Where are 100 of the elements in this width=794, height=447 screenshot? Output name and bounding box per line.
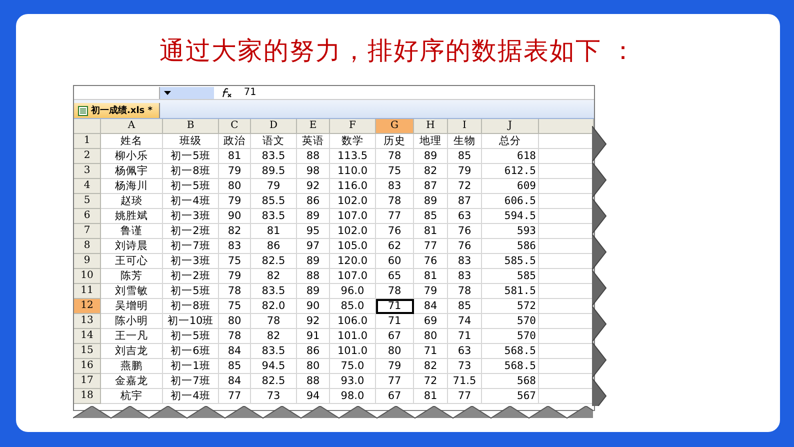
table-cell: 618 xyxy=(482,149,539,164)
table-cell: 86 xyxy=(251,239,297,254)
table-cell: 82.0 xyxy=(251,299,297,314)
table-cell: 76 xyxy=(414,254,448,269)
table-cell: 79 xyxy=(251,179,297,194)
table-cell: 69 xyxy=(414,314,448,329)
table-cell: 85 xyxy=(219,359,251,374)
column-header[interactable]: C xyxy=(219,119,251,134)
row-header[interactable]: 13 xyxy=(74,314,101,329)
row-header[interactable]: 8 xyxy=(74,239,101,254)
file-tab[interactable]: 初一成绩.xls * xyxy=(74,103,160,118)
column-header[interactable]: A xyxy=(101,119,163,134)
table-cell: 初一8班 xyxy=(163,164,219,179)
table-cell: 106.0 xyxy=(330,314,376,329)
table-cell: 英语 xyxy=(297,134,330,149)
table-cell: 初一3班 xyxy=(163,209,219,224)
table-cell: 初一6班 xyxy=(163,344,219,359)
table-cell: 陈小明 xyxy=(101,314,163,329)
column-header[interactable]: J xyxy=(482,119,539,134)
row-header[interactable]: 11 xyxy=(74,284,101,299)
row-header[interactable]: 2 xyxy=(74,149,101,164)
table-cell: 572 xyxy=(482,299,539,314)
column-header[interactable]: H xyxy=(414,119,448,134)
table-cell: 84 xyxy=(414,299,448,314)
table-cell: 101.0 xyxy=(330,344,376,359)
table-cell: 80 xyxy=(414,329,448,344)
spreadsheet-icon xyxy=(78,106,88,116)
table-cell: 80 xyxy=(219,179,251,194)
row-header[interactable]: 14 xyxy=(74,329,101,344)
table-cell: 班级 xyxy=(163,134,219,149)
table-cell: 鲁谨 xyxy=(101,224,163,239)
column-header[interactable]: G xyxy=(376,119,414,134)
row-header[interactable]: 15 xyxy=(74,344,101,359)
table-cell: 78 xyxy=(251,314,297,329)
row-header[interactable]: 10 xyxy=(74,269,101,284)
table-cell: 73 xyxy=(251,389,297,404)
column-header[interactable]: D xyxy=(251,119,297,134)
function-icon[interactable] xyxy=(220,88,232,98)
table-cell: 初一10班 xyxy=(163,314,219,329)
table-cell: 79 xyxy=(219,269,251,284)
table-cell: 82 xyxy=(414,164,448,179)
table-cell: 72 xyxy=(448,179,482,194)
dropdown-button[interactable] xyxy=(160,86,174,98)
column-header[interactable]: I xyxy=(448,119,482,134)
table-cell: 初一5班 xyxy=(163,149,219,164)
corner-cell[interactable] xyxy=(74,119,101,134)
table-cell: 77 xyxy=(376,209,414,224)
column-header[interactable]: E xyxy=(297,119,330,134)
table-cell: 78 xyxy=(219,284,251,299)
table-cell: 113.5 xyxy=(330,149,376,164)
table-cell: 107.0 xyxy=(330,209,376,224)
table-cell: 593 xyxy=(482,224,539,239)
row-header[interactable]: 12 xyxy=(74,299,101,314)
table-cell: 王一凡 xyxy=(101,329,163,344)
row-header[interactable]: 1 xyxy=(74,134,101,149)
table-cell: 81 xyxy=(251,224,297,239)
table-cell: 83 xyxy=(448,269,482,284)
row-header[interactable]: 18 xyxy=(74,389,101,404)
table-cell: 85 xyxy=(448,149,482,164)
column-header[interactable]: F xyxy=(330,119,376,134)
row-header[interactable]: 3 xyxy=(74,164,101,179)
table-cell: 杨佩宇 xyxy=(101,164,163,179)
table-cell: 79 xyxy=(414,284,448,299)
table-cell: 120.0 xyxy=(330,254,376,269)
table-cell: 杭宇 xyxy=(101,389,163,404)
row-header[interactable]: 7 xyxy=(74,224,101,239)
table-cell: 89 xyxy=(414,149,448,164)
row-header[interactable]: 16 xyxy=(74,359,101,374)
table-cell: 姚胜斌 xyxy=(101,209,163,224)
table-cell: 87 xyxy=(448,194,482,209)
table-cell: 98 xyxy=(297,164,330,179)
table-cell: 84 xyxy=(219,374,251,389)
table-cell: 刘诗晨 xyxy=(101,239,163,254)
table-cell: 65 xyxy=(376,269,414,284)
table-cell: 85.5 xyxy=(251,194,297,209)
table-cell: 79 xyxy=(219,164,251,179)
table-cell: 77 xyxy=(448,389,482,404)
table-cell: 91 xyxy=(297,329,330,344)
row-header[interactable]: 6 xyxy=(74,209,101,224)
column-header[interactable] xyxy=(539,119,594,134)
table-cell: 80 xyxy=(219,314,251,329)
table-cell: 74 xyxy=(448,314,482,329)
table-cell: 101.0 xyxy=(330,329,376,344)
table-cell: 初一3班 xyxy=(163,254,219,269)
table-cell: 71 xyxy=(448,329,482,344)
table-cell: 83 xyxy=(219,239,251,254)
row-header[interactable]: 9 xyxy=(74,254,101,269)
table-cell: 赵琰 xyxy=(101,194,163,209)
row-header[interactable]: 5 xyxy=(74,194,101,209)
formula-field[interactable]: 71 xyxy=(238,86,544,98)
column-header[interactable]: B xyxy=(163,119,219,134)
row-header[interactable]: 17 xyxy=(74,374,101,389)
row-header[interactable]: 4 xyxy=(74,179,101,194)
table-cell: 生物 xyxy=(448,134,482,149)
table-cell: 568.5 xyxy=(482,344,539,359)
table-cell: 107.0 xyxy=(330,269,376,284)
table-cell: 86 xyxy=(297,344,330,359)
table-cell: 94.5 xyxy=(251,359,297,374)
table-cell: 71.5 xyxy=(448,374,482,389)
caret-icon xyxy=(164,90,170,94)
